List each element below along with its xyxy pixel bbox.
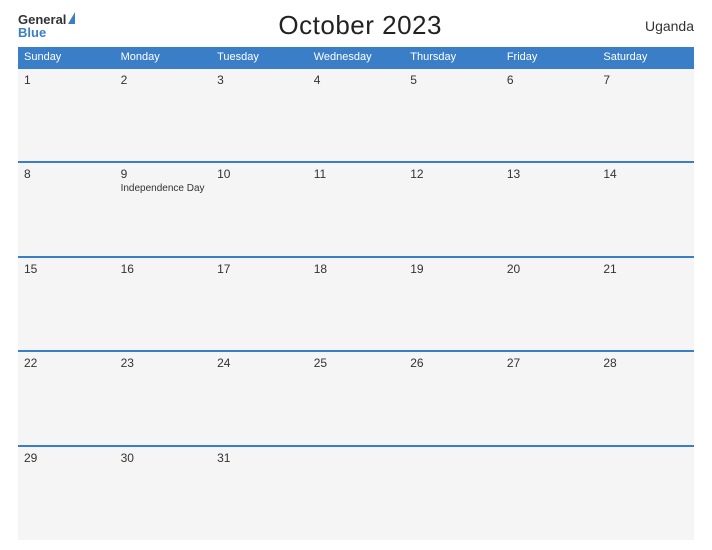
calendar-week-row: 22 23 24 25 26 27 28 [18,351,694,445]
calendar-cell [501,446,598,540]
calendar-title: October 2023 [75,10,645,41]
calendar-table: Sunday Monday Tuesday Wednesday Thursday… [18,47,694,540]
day-number: 25 [314,356,399,370]
day-number: 3 [217,73,302,87]
day-number: 14 [603,167,688,181]
day-number: 8 [24,167,109,181]
day-number: 4 [314,73,399,87]
calendar-cell: 2 [115,68,212,162]
day-number: 9 [121,167,206,181]
day-number: 22 [24,356,109,370]
day-number: 28 [603,356,688,370]
day-number: 26 [410,356,495,370]
day-number: 19 [410,262,495,276]
calendar-cell [597,446,694,540]
calendar-cell: 28 [597,351,694,445]
day-number: 10 [217,167,302,181]
calendar-page: General Blue October 2023 Uganda Sunday … [0,0,712,550]
header-sunday: Sunday [18,47,115,68]
calendar-cell: 29 [18,446,115,540]
day-number: 29 [24,451,109,465]
day-number: 18 [314,262,399,276]
calendar-cell: 26 [404,351,501,445]
calendar-cell [404,446,501,540]
calendar-cell: 1 [18,68,115,162]
header-thursday: Thursday [404,47,501,68]
calendar-cell: 19 [404,257,501,351]
calendar-cell: 4 [308,68,405,162]
day-number: 7 [603,73,688,87]
day-number: 27 [507,356,592,370]
calendar-cell: 13 [501,162,598,256]
calendar-week-row: 15 16 17 18 19 20 21 [18,257,694,351]
calendar-cell: 3 [211,68,308,162]
header-monday: Monday [115,47,212,68]
calendar-week-row: 89 Independence Day 10 11 12 13 14 [18,162,694,256]
calendar-cell: 27 [501,351,598,445]
logo-general-text: General [18,13,66,26]
calendar-cell [308,446,405,540]
day-number: 30 [121,451,206,465]
day-number: 6 [507,73,592,87]
day-number: 21 [603,262,688,276]
calendar-cell: 16 [115,257,212,351]
day-number: 31 [217,451,302,465]
calendar-cell: 18 [308,257,405,351]
logo-blue-text: Blue [18,26,46,39]
day-number: 23 [121,356,206,370]
day-number: 5 [410,73,495,87]
day-number: 20 [507,262,592,276]
day-number: 2 [121,73,206,87]
calendar-cell: 14 [597,162,694,256]
calendar-cell: 25 [308,351,405,445]
day-number: 1 [24,73,109,87]
day-number: 12 [410,167,495,181]
calendar-cell: 22 [18,351,115,445]
calendar-cell: 31 [211,446,308,540]
calendar-cell: 5 [404,68,501,162]
calendar-cell: 30 [115,446,212,540]
calendar-cell: 10 [211,162,308,256]
holiday-label: Independence Day [121,183,206,194]
calendar-cell: 24 [211,351,308,445]
day-number: 24 [217,356,302,370]
day-number: 16 [121,262,206,276]
header-friday: Friday [501,47,598,68]
calendar-cell: 7 [597,68,694,162]
calendar-cell: 11 [308,162,405,256]
calendar-cell: 9 Independence Day [115,162,212,256]
day-number: 11 [314,167,399,181]
calendar-cell: 8 [18,162,115,256]
header-saturday: Saturday [597,47,694,68]
calendar-header: General Blue October 2023 Uganda [18,10,694,41]
logo-triangle-icon [68,12,75,24]
logo: General Blue [18,13,75,39]
header-tuesday: Tuesday [211,47,308,68]
day-header-row: Sunday Monday Tuesday Wednesday Thursday… [18,47,694,68]
header-wednesday: Wednesday [308,47,405,68]
calendar-week-row: 29 30 31 [18,446,694,540]
day-number: 15 [24,262,109,276]
calendar-cell: 6 [501,68,598,162]
calendar-cell: 20 [501,257,598,351]
country-name: Uganda [645,18,694,34]
calendar-cell: 17 [211,257,308,351]
calendar-cell: 15 [18,257,115,351]
calendar-week-row: 1234567 [18,68,694,162]
day-number: 13 [507,167,592,181]
calendar-cell: 23 [115,351,212,445]
calendar-cell: 12 [404,162,501,256]
day-number: 17 [217,262,302,276]
calendar-cell: 21 [597,257,694,351]
